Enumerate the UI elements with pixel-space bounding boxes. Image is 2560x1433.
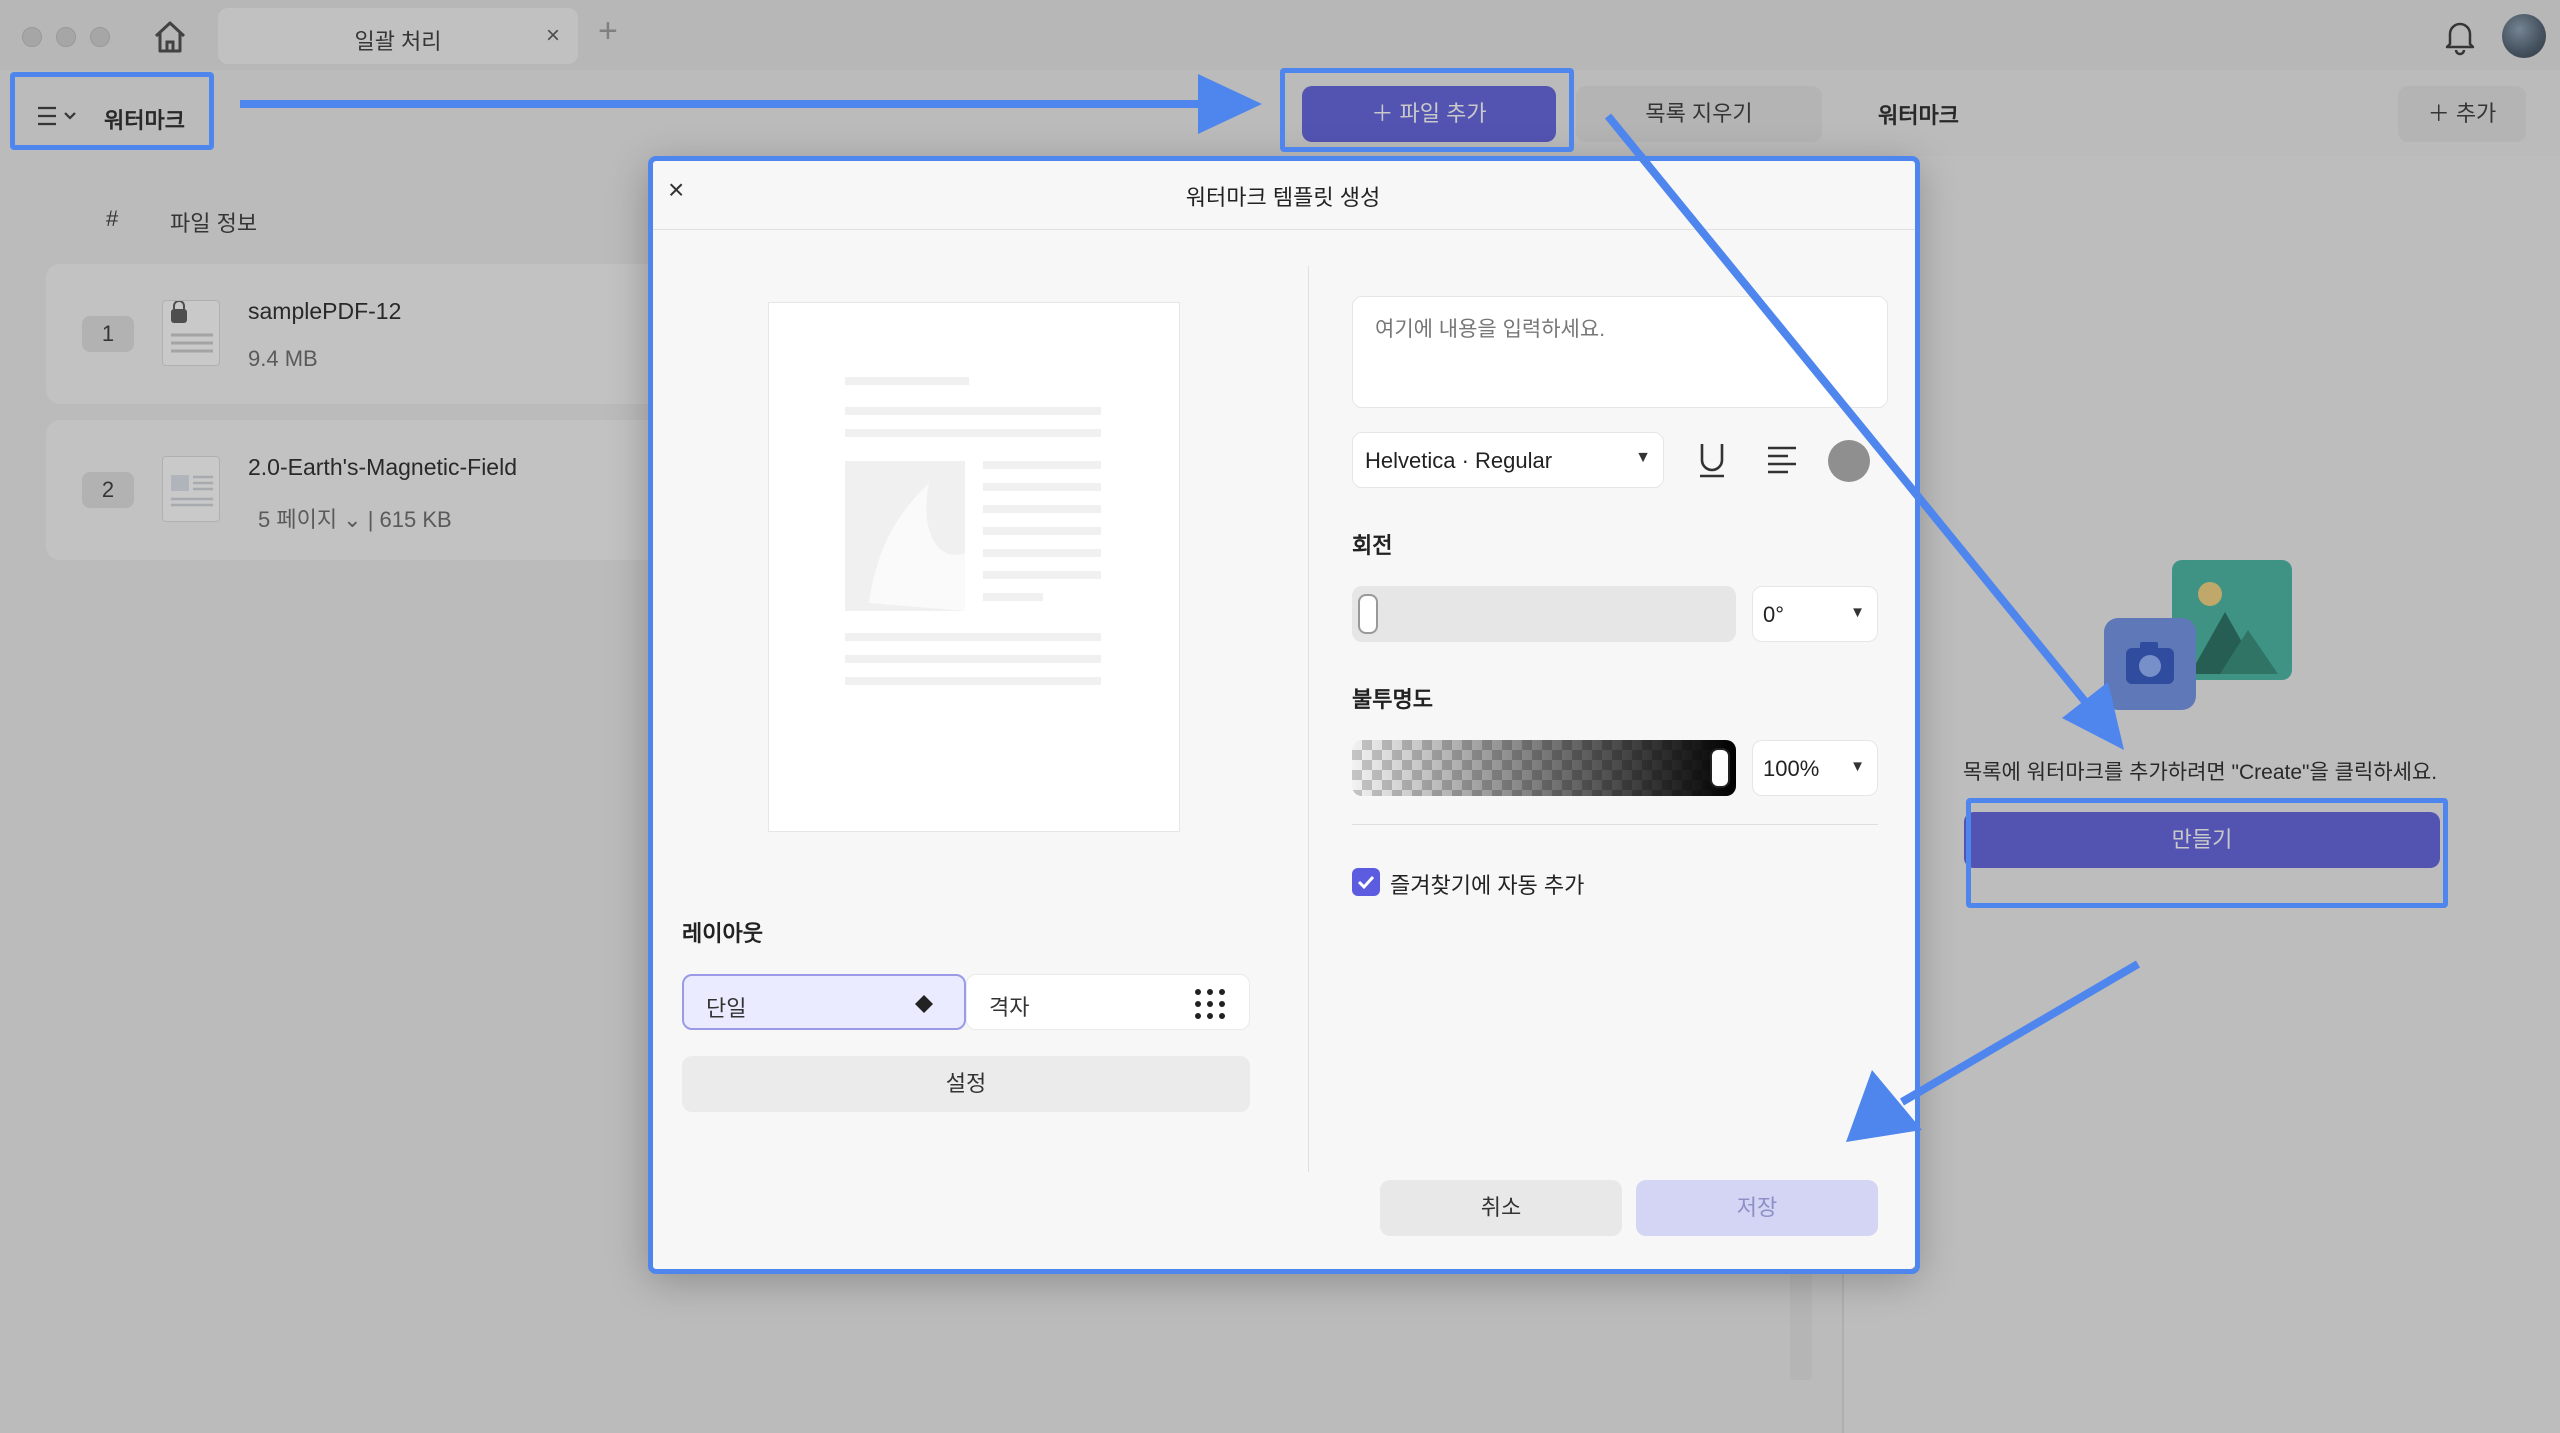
opacity-value: 100%: [1763, 756, 1820, 781]
diamond-icon: [914, 994, 934, 1020]
opacity-slider-knob[interactable]: [1710, 748, 1730, 788]
grid-dots-icon: [1193, 987, 1227, 1027]
caret-down-icon: ▼: [1850, 758, 1865, 775]
color-picker-button[interactable]: [1828, 440, 1870, 482]
dialog-title: 워터마크 템플릿 생성: [1185, 185, 1381, 210]
auto-favorite-label: 즐겨찾기에 자동 추가: [1390, 873, 1585, 898]
opacity-select[interactable]: 100% ▼: [1752, 740, 1878, 796]
save-button[interactable]: 저장: [1636, 1180, 1878, 1236]
dialog-divider: [1308, 266, 1309, 1172]
layout-single-option[interactable]: 단일: [682, 974, 966, 1030]
underline-icon[interactable]: [1688, 436, 1736, 484]
caret-down-icon: ▼: [1635, 449, 1651, 466]
opacity-slider[interactable]: [1352, 740, 1736, 796]
layout-grid-option[interactable]: 격자: [966, 974, 1250, 1030]
font-select[interactable]: Helvetica · Regular ▼: [1352, 432, 1664, 488]
rotation-slider-knob[interactable]: [1358, 594, 1378, 634]
auto-favorite-checkbox[interactable]: [1352, 868, 1380, 896]
dialog-header: × 워터마크 템플릿 생성: [648, 156, 1918, 230]
watermark-text-input[interactable]: 여기에 내용을 입력하세요.: [1352, 296, 1888, 408]
caret-down-icon: ▼: [1850, 604, 1865, 621]
layout-settings-button[interactable]: 설정: [682, 1056, 1250, 1112]
rotation-value: 0°: [1763, 602, 1785, 627]
watermark-template-dialog: × 워터마크 템플릿 생성 레이아웃 단일 격자 설정 여기에 내용을 입력하세…: [648, 156, 1918, 1270]
rotation-slider[interactable]: [1352, 586, 1736, 642]
watermark-preview: [768, 302, 1180, 832]
opacity-label: 불투명도: [1352, 687, 1433, 712]
rotation-label: 회전: [1352, 533, 1393, 558]
align-left-icon[interactable]: [1758, 436, 1806, 484]
layout-label: 레이아웃: [682, 921, 763, 946]
layout-grid-label: 격자: [989, 995, 1030, 1020]
font-value: Helvetica · Regular: [1365, 448, 1553, 473]
rotation-select[interactable]: 0° ▼: [1752, 586, 1878, 642]
text-placeholder: 여기에 내용을 입력하세요.: [1375, 318, 1606, 341]
cancel-button[interactable]: 취소: [1380, 1180, 1622, 1236]
section-divider: [1352, 824, 1878, 825]
app-window: 일괄 처리 × + 워터마크 ＋ 파일 추가 목록 지우기 워터마크 ＋ 추가 …: [0, 0, 2560, 1433]
layout-single-label: 단일: [706, 996, 747, 1021]
